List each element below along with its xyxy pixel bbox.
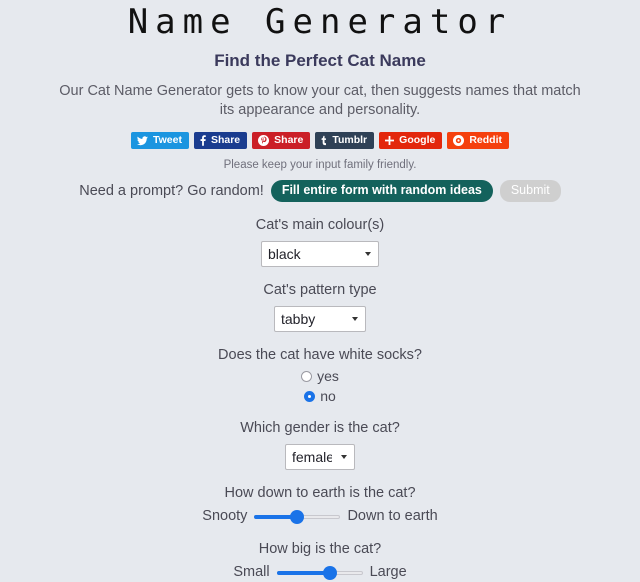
field-label-socks: Does the cat have white socks?	[218, 347, 422, 363]
radio-option-yes[interactable]: yes	[0, 368, 640, 385]
reddit-icon	[453, 135, 465, 146]
size-max-label: Large	[369, 564, 407, 580]
slider-thumb[interactable]	[290, 509, 305, 524]
field-label-colour: Cat's main colour(s)	[255, 217, 385, 233]
field-cat-size: How big is the cat? Small Large	[0, 540, 640, 582]
radio-no-input[interactable]	[304, 391, 316, 402]
slider-thumb[interactable]	[322, 565, 337, 580]
plus-icon	[385, 136, 395, 145]
radio-no-label: no	[320, 388, 336, 404]
radio-yes-label: yes	[317, 368, 339, 384]
page-title: Name Generator	[127, 2, 513, 42]
share-button-label: Share	[274, 134, 304, 146]
share-button-tumblr[interactable]: Tumblr	[315, 132, 375, 149]
share-button-reddit[interactable]: Reddit	[447, 132, 509, 149]
down-to-earth-min-label: Snooty	[202, 508, 248, 524]
share-button-label: Reddit	[469, 134, 502, 146]
down-to-earth-slider-row: Snooty Down to earth	[0, 507, 640, 526]
intro-text: Our Cat Name Generator gets to know your…	[59, 83, 581, 118]
twitter-icon	[136, 135, 148, 146]
field-label-pattern: Cat's pattern type	[263, 282, 377, 298]
share-button-label: Google	[399, 134, 436, 146]
field-down-to-earth: How down to earth is the cat? Snooty Dow…	[0, 484, 640, 526]
field-label-gender: Which gender is the cat?	[240, 420, 400, 436]
share-button-tweet[interactable]: Tweet	[130, 132, 189, 149]
fill-random-button[interactable]: Fill entire form with random ideas	[270, 180, 493, 202]
colour-select[interactable]: black	[261, 241, 379, 267]
page-subtitle: Find the Perfect Cat Name	[214, 51, 426, 70]
field-label-down-to-earth: How down to earth is the cat?	[224, 485, 416, 501]
share-button-google[interactable]: Google	[379, 132, 443, 149]
size-slider-row: Small Large	[0, 563, 640, 582]
random-prompt-row: Need a prompt? Go random! Fill entire fo…	[0, 180, 640, 202]
down-to-earth-slider[interactable]	[254, 509, 341, 524]
name-generator-page: Name Generator Find the Perfect Cat Name…	[0, 0, 640, 580]
field-white-socks: Does the cat have white socks? yes no	[0, 346, 640, 405]
field-cat-colour: Cat's main colour(s) black	[0, 216, 640, 267]
tumblr-icon	[321, 135, 327, 146]
down-to-earth-max-label: Down to earth	[347, 508, 438, 524]
radio-yes-input[interactable]	[301, 371, 313, 382]
random-prompt-label: Need a prompt? Go random!	[79, 183, 264, 199]
pinterest-icon	[258, 135, 270, 146]
share-button-label: Tumblr	[332, 134, 368, 146]
share-button-label: Share	[210, 134, 241, 146]
colour-select-wrap: black	[261, 241, 379, 267]
pattern-select[interactable]: tabby	[274, 306, 366, 332]
pattern-select-wrap: tabby	[274, 306, 366, 332]
size-slider[interactable]	[276, 565, 363, 580]
field-label-size: How big is the cat?	[258, 541, 382, 557]
submit-button[interactable]: Submit	[499, 180, 561, 202]
family-friendly-note: Please keep your input family friendly.	[223, 159, 417, 171]
share-button-label: Tweet	[152, 134, 182, 146]
size-min-label: Small	[233, 564, 270, 580]
social-share-row: Tweet Share Share Tumblr Google Reddit	[0, 132, 640, 149]
radio-option-no[interactable]: no	[0, 388, 640, 405]
field-cat-pattern: Cat's pattern type tabby	[0, 281, 640, 332]
gender-select[interactable]: female	[285, 444, 355, 470]
share-button-pinterest[interactable]: Share	[252, 132, 311, 149]
facebook-icon	[200, 135, 206, 146]
share-button-facebook[interactable]: Share	[193, 132, 248, 149]
field-gender: Which gender is the cat? female	[0, 419, 640, 470]
slider-fill	[276, 570, 330, 575]
gender-select-wrap: female	[285, 444, 355, 470]
